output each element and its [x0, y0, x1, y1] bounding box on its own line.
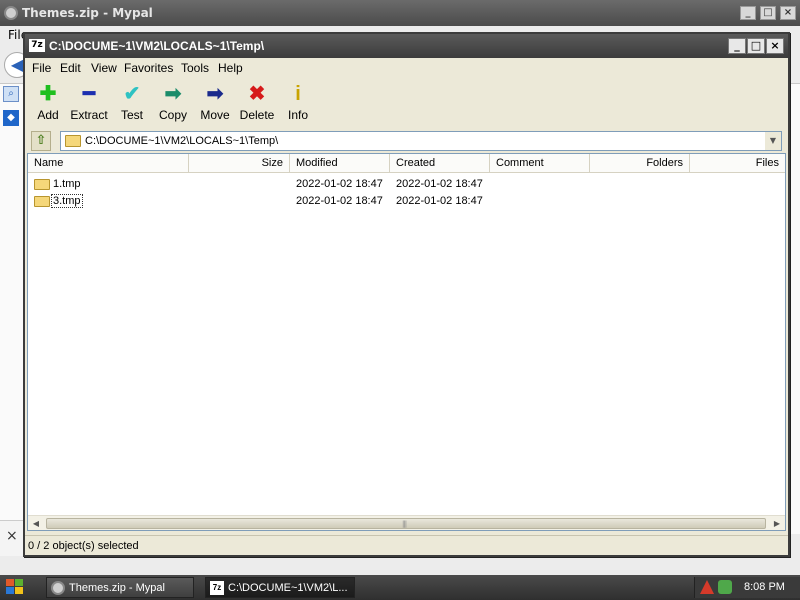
table-row[interactable]: 1.tmp 2022-01-02 18:47 2022-01-02 18:47	[28, 176, 785, 193]
info-button[interactable]: i Info	[285, 83, 311, 125]
column-header-folders[interactable]: Folders	[590, 154, 690, 173]
menu-favorites[interactable]: Favorites	[124, 61, 173, 75]
folder-icon	[65, 135, 81, 147]
move-arrow-icon: ➡	[206, 83, 224, 105]
dropbox-icon[interactable]: ◆	[3, 110, 19, 126]
folder-icon	[34, 196, 50, 207]
extract-button[interactable]: ━ Extract	[69, 83, 109, 125]
info-button-label: Info	[287, 108, 308, 122]
file-modified: 2022-01-02 18:47	[296, 195, 383, 207]
menubar: File Edit View Favorites Tools Help	[25, 58, 788, 77]
column-header-name[interactable]: Name	[28, 154, 189, 173]
file-list[interactable]: Name Size Modified Created Comment Folde…	[27, 153, 786, 531]
taskbar-item-7zip[interactable]: 7z C:\DOCUME~1\VM2\L...	[205, 577, 355, 598]
scroll-right-icon[interactable]: ▶	[771, 518, 783, 529]
menu-help[interactable]: Help	[218, 61, 243, 75]
copy-button-label: Copy	[158, 108, 187, 122]
menu-tools[interactable]: Tools	[181, 61, 209, 75]
horizontal-scrollbar[interactable]: ◀ ||| ▶	[28, 515, 785, 530]
delete-x-icon: ✖	[248, 83, 266, 105]
start-button[interactable]	[4, 578, 26, 596]
7zip-logo-icon: 7z	[29, 39, 45, 52]
background-window-title: Themes.zip - Mypal	[22, 6, 153, 20]
window-titlebar[interactable]: 7z C:\DOCUME~1\VM2\LOCALS~1\Temp\ _ □ ×	[25, 34, 788, 58]
check-icon: ✔	[123, 83, 141, 105]
folder-up-button[interactable]: ⇧	[31, 131, 51, 151]
extract-button-label: Extract	[70, 108, 108, 122]
menu-view[interactable]: View	[91, 61, 117, 75]
background-window-titlebar[interactable]: Themes.zip - Mypal _ □ ×	[0, 0, 800, 26]
copy-arrow-icon: ➡	[164, 83, 182, 105]
column-header-files[interactable]: Files	[690, 154, 785, 173]
window-title: C:\DOCUME~1\VM2\LOCALS~1\Temp\	[49, 39, 265, 53]
maximize-button[interactable]: □	[747, 38, 765, 54]
folder-icon	[34, 179, 50, 190]
start-logo-icon	[6, 579, 14, 586]
background-sidebar	[0, 84, 24, 534]
list-header: Name Size Modified Created Comment Folde…	[28, 154, 785, 173]
status-bar: 0 / 2 object(s) selected	[25, 535, 788, 555]
start-logo-icon-part	[6, 587, 14, 594]
test-button-label: Test	[120, 108, 143, 122]
mypal-logo-icon	[4, 6, 18, 20]
scrollbar-grip: |||	[402, 520, 407, 528]
column-header-size[interactable]: Size	[189, 154, 290, 173]
search-icon[interactable]: ⌕	[3, 86, 19, 102]
address-path[interactable]: C:\DOCUME~1\VM2\LOCALS~1\Temp\	[85, 135, 278, 147]
chevron-down-icon[interactable]: ▼	[765, 132, 781, 150]
move-button[interactable]: ➡ Move	[198, 83, 232, 125]
scroll-left-icon[interactable]: ◀	[30, 518, 42, 529]
toolbar: ✚ Add ━ Extract ✔ Test ➡ Copy ➡ Move ✖ D…	[25, 77, 788, 127]
7zip-logo-icon: 7z	[210, 581, 224, 595]
taskbar-item-mypal[interactable]: Themes.zip - Mypal	[46, 577, 194, 598]
add-button-label: Add	[37, 108, 59, 122]
file-created: 2022-01-02 18:47	[396, 195, 483, 207]
mypal-logo-icon	[51, 581, 65, 595]
tray-icons	[700, 579, 736, 595]
close-button[interactable]: ×	[766, 38, 784, 54]
move-button-label: Move	[200, 108, 230, 122]
background-close-icon[interactable]: ×	[6, 528, 18, 544]
tray-security-icon[interactable]	[700, 580, 714, 594]
file-created: 2022-01-02 18:47	[396, 178, 483, 190]
copy-button[interactable]: ➡ Copy	[157, 83, 189, 125]
test-button[interactable]: ✔ Test	[117, 83, 147, 125]
delete-button[interactable]: ✖ Delete	[239, 83, 275, 125]
minus-icon: ━	[82, 83, 96, 105]
taskbar-item-label: Themes.zip - Mypal	[69, 582, 165, 594]
taskbar-clock[interactable]: 8:08 PM	[744, 581, 785, 593]
file-modified: 2022-01-02 18:47	[296, 178, 383, 190]
start-logo-icon-part	[15, 579, 23, 586]
add-button[interactable]: ✚ Add	[33, 83, 63, 125]
column-header-comment[interactable]: Comment	[490, 154, 590, 173]
background-close-button[interactable]: ×	[780, 6, 796, 20]
plus-icon: ✚	[39, 83, 57, 105]
file-name[interactable]: 1.tmp	[52, 178, 82, 190]
delete-button-label: Delete	[239, 108, 275, 122]
tray-network-icon[interactable]	[718, 580, 732, 594]
status-text: 0 / 2 object(s) selected	[28, 540, 139, 552]
taskbar-item-label: C:\DOCUME~1\VM2\L...	[228, 582, 348, 594]
info-icon: i	[295, 83, 301, 105]
background-maximize-button[interactable]: □	[760, 6, 776, 20]
file-name[interactable]: 3.tmp	[51, 194, 83, 208]
address-combobox[interactable]: C:\DOCUME~1\VM2\LOCALS~1\Temp\ ▼	[60, 131, 782, 151]
scrollbar-thumb[interactable]: |||	[46, 518, 766, 529]
start-logo-icon-part	[15, 587, 23, 594]
menu-file[interactable]: File	[32, 61, 51, 75]
table-row[interactable]: 3.tmp 2022-01-02 18:47 2022-01-02 18:47	[28, 193, 785, 210]
column-header-modified[interactable]: Modified	[290, 154, 390, 173]
7zip-file-manager-window: 7z C:\DOCUME~1\VM2\LOCALS~1\Temp\ _ □ × …	[23, 32, 790, 557]
menu-edit[interactable]: Edit	[60, 61, 81, 75]
minimize-button[interactable]: _	[728, 38, 746, 54]
column-header-created[interactable]: Created	[390, 154, 490, 173]
background-minimize-button[interactable]: _	[740, 6, 756, 20]
